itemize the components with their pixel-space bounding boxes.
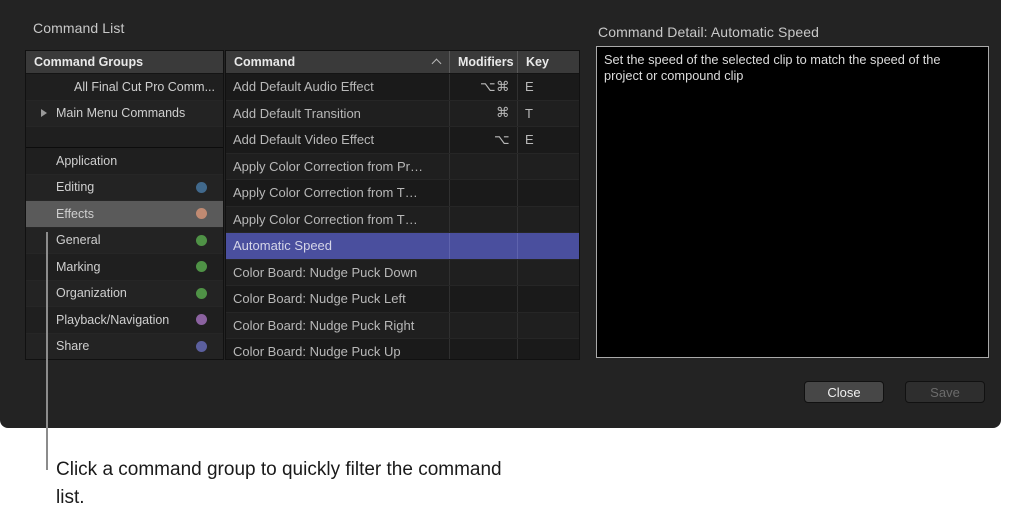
command-list-title: Command List	[33, 20, 124, 36]
cell-key: E	[518, 127, 579, 153]
command-groups-top-list[interactable]: All Final Cut Pro Comm... Main Menu Comma…	[26, 74, 223, 127]
command-groups-panel: Command Groups All Final Cut Pro Comm...…	[25, 50, 224, 360]
cell-modifiers	[450, 233, 518, 259]
cell-command: Apply Color Correction from T…	[226, 207, 450, 233]
cell-key	[518, 260, 579, 286]
column-header-key[interactable]: Key	[518, 51, 579, 73]
command-group-label: Editing	[56, 180, 94, 194]
chevron-up-icon	[433, 58, 441, 66]
cell-modifiers	[450, 339, 518, 360]
cell-key	[518, 233, 579, 259]
cell-command: Color Board: Nudge Puck Down	[226, 260, 450, 286]
table-row[interactable]: Color Board: Nudge Puck Right	[226, 313, 579, 340]
command-detail-box[interactable]: Set the speed of the selected clip to ma…	[596, 46, 989, 358]
cell-command: Color Board: Nudge Puck Right	[226, 313, 450, 339]
command-group-row[interactable]: All Final Cut Pro Comm...	[26, 74, 223, 101]
column-header-key-label: Key	[526, 55, 549, 69]
disclosure-spacer	[36, 79, 52, 95]
command-table-header: Command Modifiers Key	[226, 51, 579, 74]
cell-command: Apply Color Correction from Pr…	[226, 154, 450, 180]
cell-command: Add Default Audio Effect	[226, 74, 450, 100]
cell-modifiers	[450, 313, 518, 339]
column-header-command-label: Command	[234, 55, 295, 69]
group-color-dot	[196, 261, 207, 272]
cell-command: Automatic Speed	[226, 233, 450, 259]
cell-key	[518, 313, 579, 339]
table-row[interactable]: Apply Color Correction from T…	[226, 207, 579, 234]
command-group-row[interactable]: Main Menu Commands	[26, 101, 223, 128]
command-group-row[interactable]: Organization	[26, 281, 223, 308]
cell-modifiers: ⌥⌘	[450, 74, 518, 100]
screenshot-root: Command List Command Detail: Automatic S…	[0, 0, 1019, 527]
command-group-row[interactable]: Application	[26, 148, 223, 175]
cell-key	[518, 207, 579, 233]
close-button[interactable]: Close	[804, 381, 884, 403]
cell-modifiers: ⌥	[450, 127, 518, 153]
groups-spacer	[26, 127, 223, 147]
cell-key	[518, 339, 579, 360]
command-group-label: Share	[56, 339, 89, 353]
cell-modifiers	[450, 154, 518, 180]
table-row[interactable]: Add Default Transition⌘T	[226, 101, 579, 128]
command-group-label: Organization	[56, 286, 127, 300]
group-color-dot	[196, 208, 207, 219]
command-group-label: Marking	[56, 260, 100, 274]
cell-key: T	[518, 101, 579, 127]
command-detail-title: Command Detail: Automatic Speed	[598, 24, 819, 40]
table-row[interactable]: Color Board: Nudge Puck Up	[226, 339, 579, 360]
table-row[interactable]: Apply Color Correction from Pr…	[226, 154, 579, 181]
command-group-row[interactable]: Marking	[26, 254, 223, 281]
table-row[interactable]: Color Board: Nudge Puck Left	[226, 286, 579, 313]
command-groups-list[interactable]: Application Editing Effects General Marking O…	[26, 148, 223, 360]
command-table-panel: Command Modifiers Key Add Default Audio …	[225, 50, 580, 360]
command-group-row[interactable]: General	[26, 228, 223, 255]
callout-text: Click a command group to quickly filter …	[56, 456, 526, 512]
group-color-dot	[196, 288, 207, 299]
command-group-row[interactable]: Editing	[26, 175, 223, 202]
cell-command: Apply Color Correction from T…	[226, 180, 450, 206]
command-editor-dialog: Command List Command Detail: Automatic S…	[0, 0, 1001, 428]
table-row[interactable]: Apply Color Correction from T…	[226, 180, 579, 207]
column-header-command[interactable]: Command	[226, 51, 450, 73]
cell-key: E	[518, 74, 579, 100]
group-color-dot	[196, 341, 207, 352]
command-group-label: General	[56, 233, 100, 247]
command-group-label: Main Menu Commands	[56, 106, 185, 120]
cell-key	[518, 286, 579, 312]
cell-modifiers	[450, 207, 518, 233]
command-group-row[interactable]: Effects	[26, 201, 223, 228]
table-row[interactable]: Add Default Video Effect⌥E	[226, 127, 579, 154]
cell-modifiers	[450, 180, 518, 206]
command-group-label: All Final Cut Pro Comm...	[74, 80, 215, 94]
cell-command: Color Board: Nudge Puck Left	[226, 286, 450, 312]
column-header-modifiers-label: Modifiers	[458, 55, 514, 69]
callout-leader-line	[46, 232, 48, 470]
cell-modifiers	[450, 260, 518, 286]
command-group-label: Application	[56, 154, 117, 168]
table-row[interactable]: Add Default Audio Effect⌥⌘E	[226, 74, 579, 101]
table-row[interactable]: Color Board: Nudge Puck Down	[226, 260, 579, 287]
cell-modifiers: ⌘	[450, 101, 518, 127]
command-group-row[interactable]: Share	[26, 334, 223, 361]
group-color-dot	[196, 182, 207, 193]
column-header-modifiers[interactable]: Modifiers	[450, 51, 518, 73]
save-button: Save	[905, 381, 985, 403]
table-row[interactable]: Automatic Speed	[226, 233, 579, 260]
command-groups-header: Command Groups	[26, 51, 223, 74]
cell-command: Color Board: Nudge Puck Up	[226, 339, 450, 360]
cell-key	[518, 154, 579, 180]
command-group-label: Playback/Navigation	[56, 313, 169, 327]
cell-key	[518, 180, 579, 206]
command-group-label: Effects	[56, 207, 94, 221]
command-table-body[interactable]: Add Default Audio Effect⌥⌘EAdd Default T…	[226, 74, 579, 360]
cell-command: Add Default Video Effect	[226, 127, 450, 153]
cell-command: Add Default Transition	[226, 101, 450, 127]
group-color-dot	[196, 235, 207, 246]
command-detail-description: Set the speed of the selected clip to ma…	[604, 52, 981, 84]
group-color-dot	[196, 314, 207, 325]
cell-modifiers	[450, 286, 518, 312]
command-group-row[interactable]: Playback/Navigation	[26, 307, 223, 334]
disclosure-triangle-icon[interactable]	[36, 105, 52, 121]
